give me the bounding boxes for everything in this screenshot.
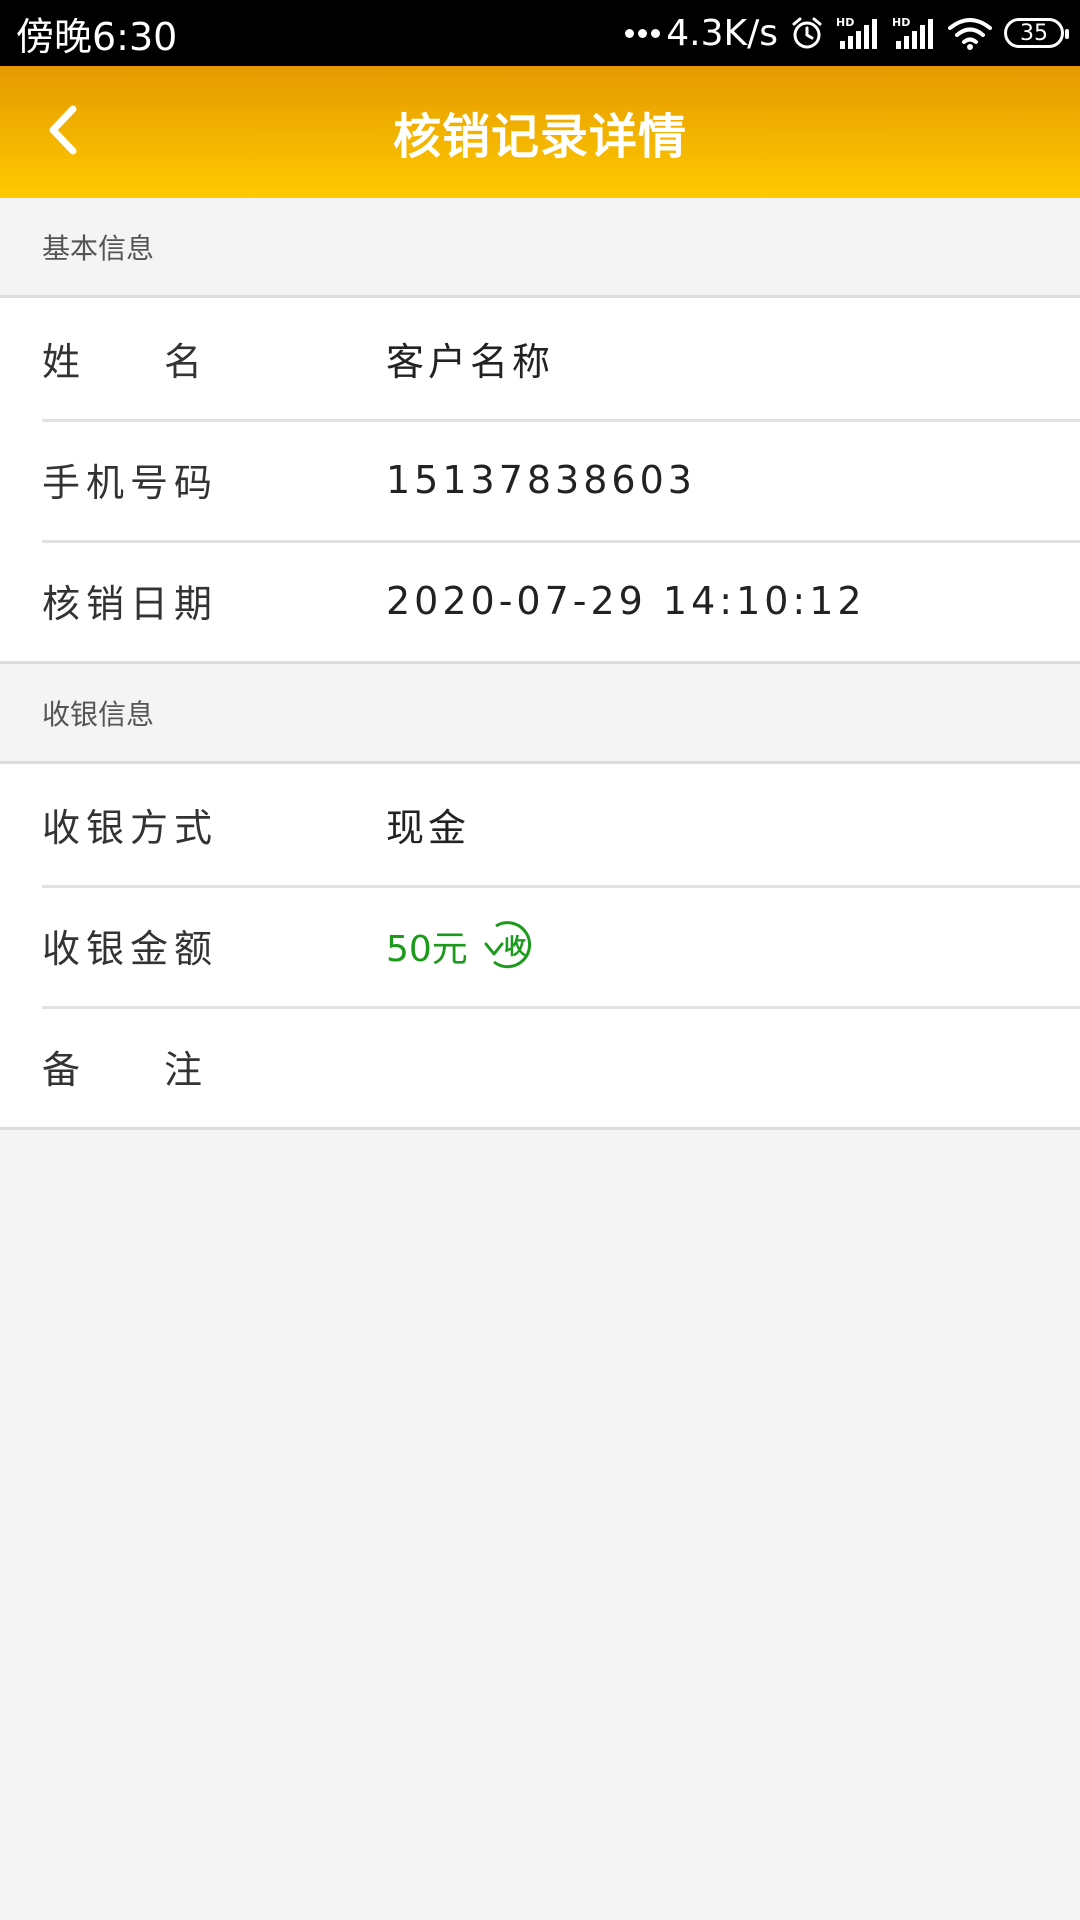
svg-text:HD: HD bbox=[892, 16, 910, 29]
row-date-label: 核销日期 bbox=[42, 582, 219, 626]
row-note-label: 备 注 bbox=[42, 1039, 202, 1094]
label-char-b: 名 bbox=[163, 340, 202, 384]
section-cash-header: 收银信息 bbox=[0, 664, 1080, 764]
row-amount: 收银金额 50元 收 bbox=[0, 885, 1080, 1006]
label-char-a: 姓 bbox=[42, 340, 81, 384]
status-bar: 傍晚6:30 4.3K/s HD HD 35 bbox=[0, 0, 1080, 66]
svg-text:HD: HD bbox=[836, 16, 854, 29]
row-phone: 手机号码 15137838603 bbox=[0, 419, 1080, 540]
battery-level: 35 bbox=[1020, 20, 1048, 46]
row-name-label: 姓 名 bbox=[42, 331, 202, 386]
row-payment-method: 收银方式 现金 bbox=[0, 764, 1080, 885]
section-basic-list: 姓 名 客户名称 手机号码 15137838603 核销日期 2020-07-2… bbox=[0, 298, 1080, 664]
content: 基本信息 姓 名 客户名称 手机号码 15137838603 核销日期 2020… bbox=[0, 198, 1080, 1130]
net-speed-text: 4.3K/s bbox=[666, 12, 778, 54]
amount-value: 50元 bbox=[386, 928, 468, 970]
back-button[interactable] bbox=[40, 102, 84, 162]
row-payment-method-value: 现金 bbox=[386, 806, 471, 850]
status-icons: 4.3K/s HD HD 35 bbox=[625, 13, 1069, 54]
row-date-value: 2020-07-29 14:10:12 bbox=[386, 578, 866, 623]
section-basic-title: 基本信息 bbox=[42, 231, 155, 265]
status-time: 傍晚6:30 bbox=[16, 14, 178, 59]
label-char-b: 注 bbox=[163, 1048, 202, 1092]
page-title: 核销记录详情 bbox=[392, 109, 687, 165]
badge-text: 收 bbox=[504, 934, 530, 960]
battery-icon: 35 bbox=[1004, 18, 1069, 48]
row-name-value: 客户名称 bbox=[386, 340, 555, 384]
network-speed: 4.3K/s bbox=[625, 13, 778, 54]
row-name: 姓 名 客户名称 bbox=[0, 298, 1080, 419]
dots-icon bbox=[625, 28, 661, 38]
hd-signal-icon: HD bbox=[836, 15, 880, 51]
row-date: 核销日期 2020-07-29 14:10:12 bbox=[0, 540, 1080, 661]
row-amount-label: 收银金额 bbox=[42, 927, 219, 971]
alarm-icon bbox=[790, 16, 824, 50]
row-note: 备 注 bbox=[0, 1006, 1080, 1127]
row-phone-label: 手机号码 bbox=[42, 461, 219, 505]
section-basic-header: 基本信息 bbox=[0, 198, 1080, 298]
row-phone-value: 15137838603 bbox=[386, 457, 696, 502]
app-header: 核销记录详情 bbox=[0, 66, 1080, 198]
receive-badge-icon: 收 bbox=[482, 920, 542, 972]
label-char-a: 备 bbox=[42, 1048, 81, 1092]
back-arrow-icon bbox=[45, 105, 79, 159]
row-payment-method-label: 收银方式 bbox=[42, 806, 219, 850]
wifi-icon bbox=[948, 16, 992, 50]
hd-signal-icon-2: HD bbox=[892, 15, 936, 51]
section-cash-list: 收银方式 现金 收银金额 50元 收 备 注 bbox=[0, 764, 1080, 1130]
section-cash-title: 收银信息 bbox=[42, 697, 155, 731]
row-amount-value-wrap: 50元 收 bbox=[386, 920, 542, 972]
